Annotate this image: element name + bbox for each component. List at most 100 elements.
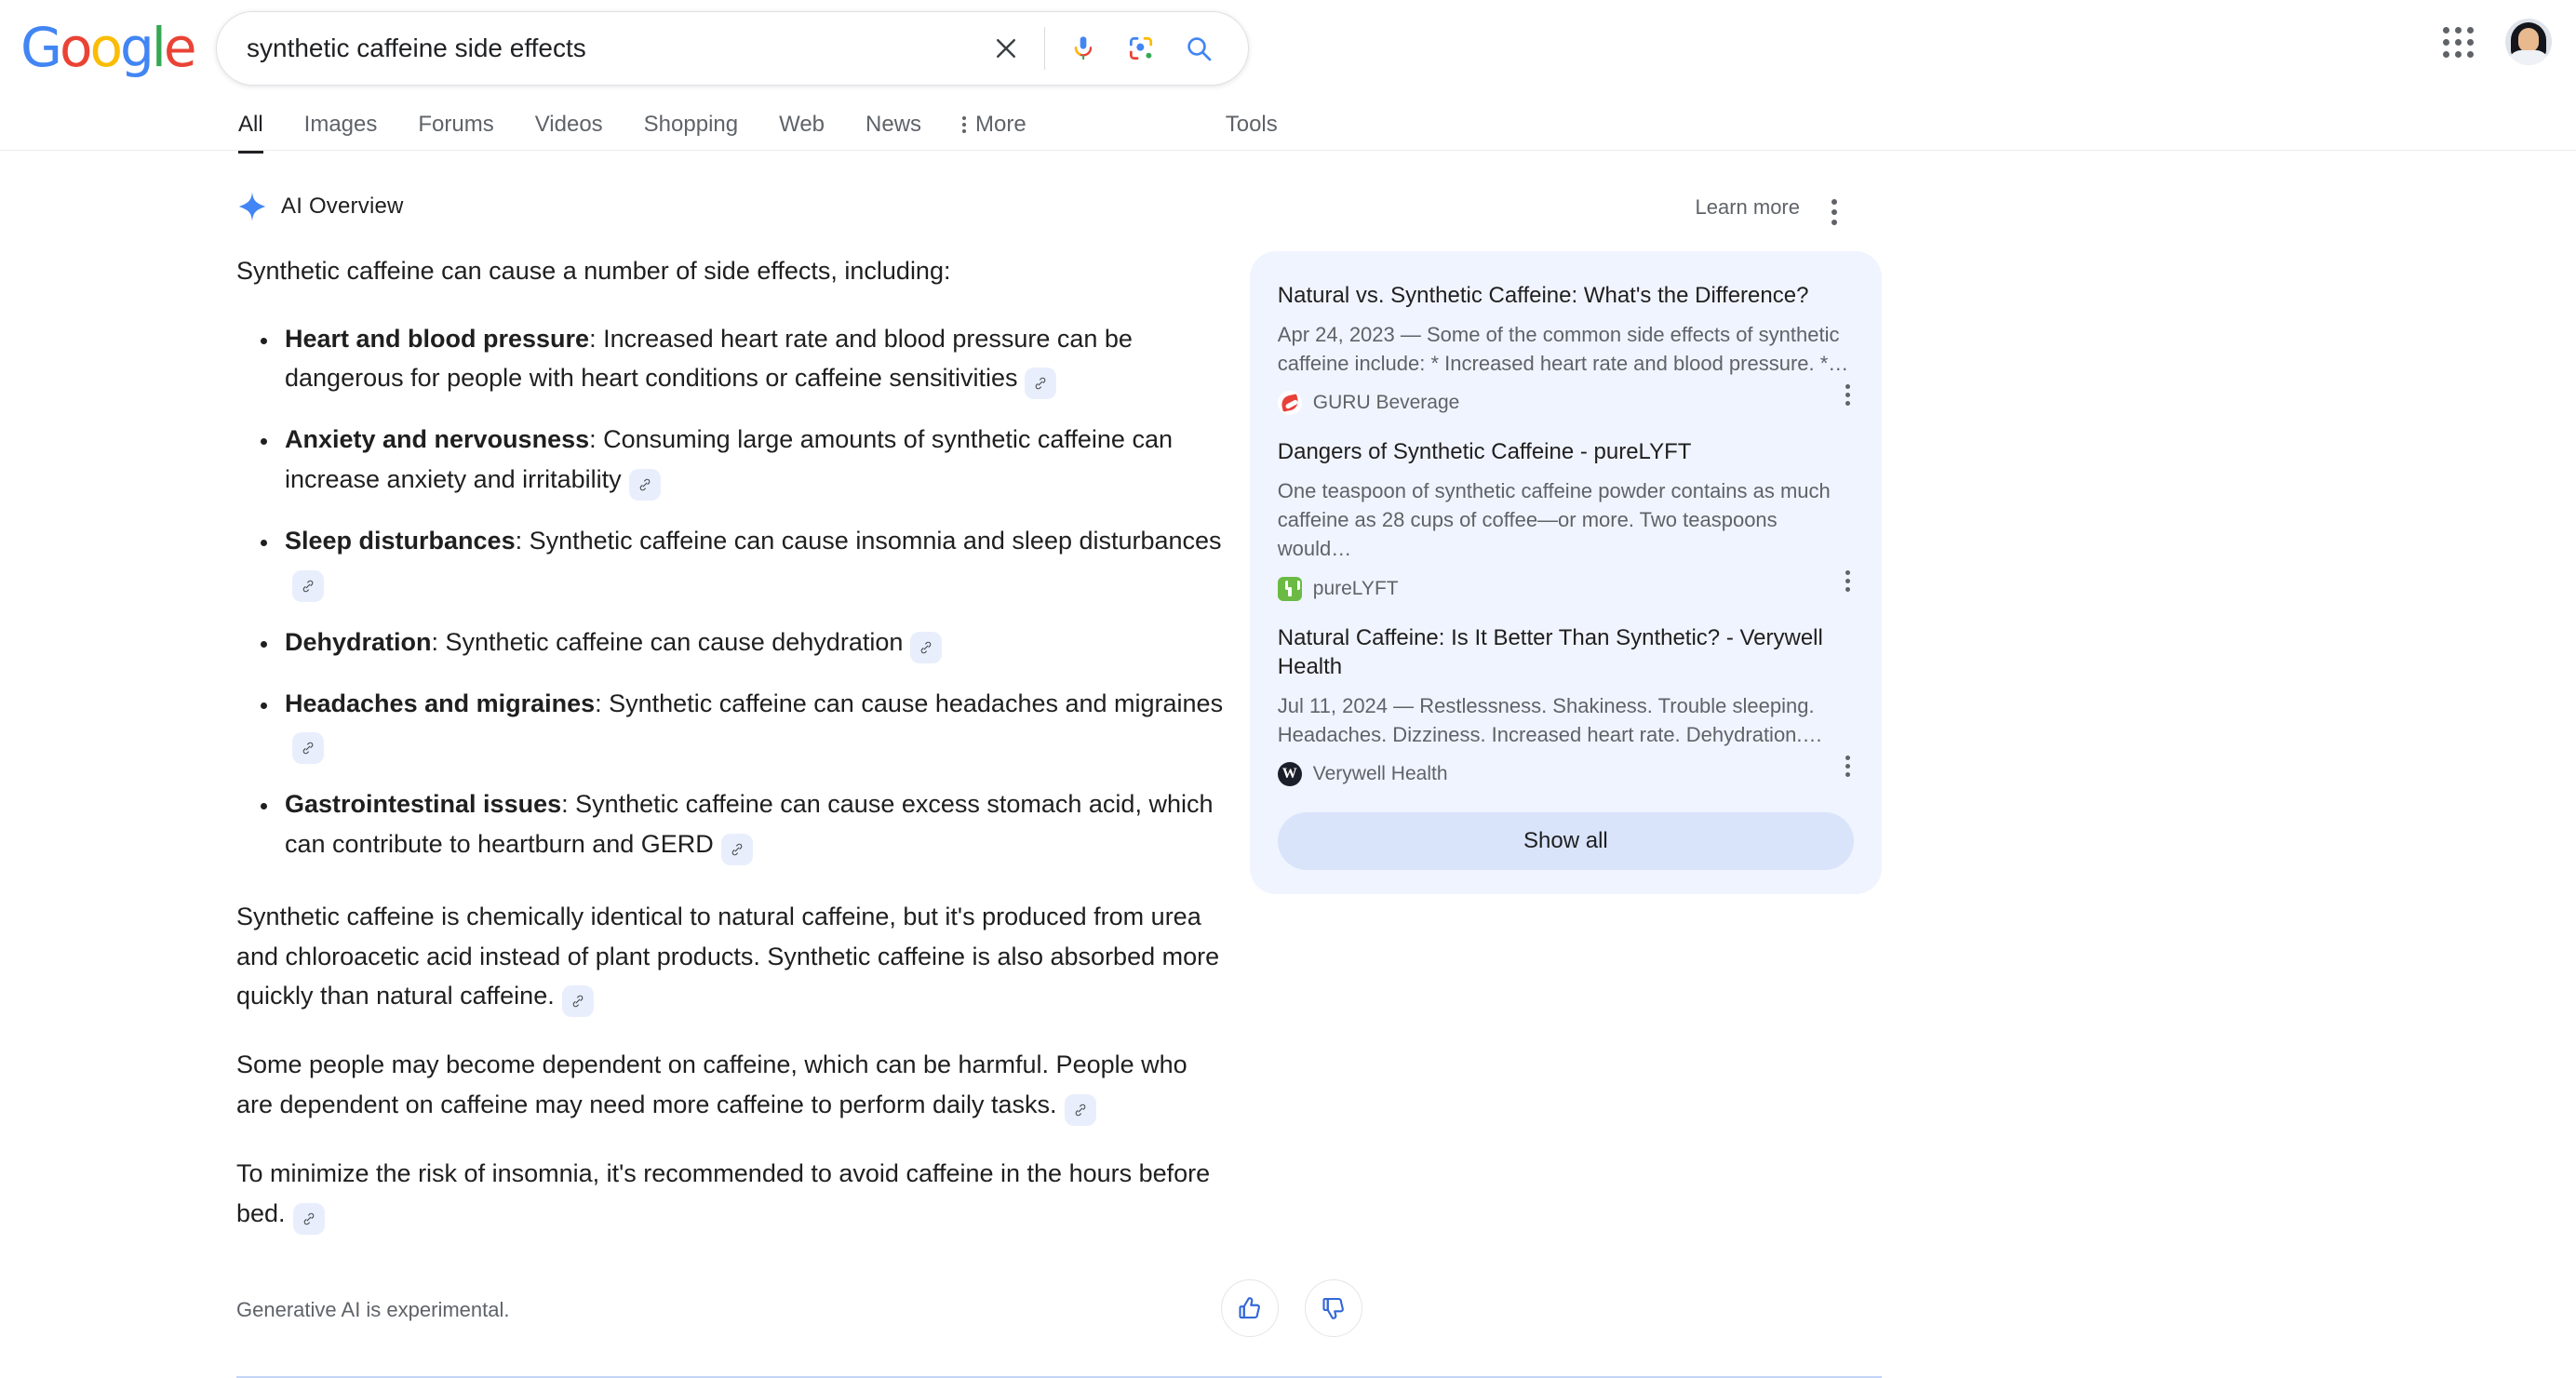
- source-kebab-icon[interactable]: [1836, 565, 1859, 597]
- ai-paragraph-1: Synthetic caffeine is chemically identic…: [236, 897, 1229, 1018]
- tab-videos[interactable]: Videos: [515, 99, 624, 153]
- more-kebab-icon: [962, 116, 967, 133]
- source-kebab-icon[interactable]: [1836, 750, 1859, 783]
- tab-web[interactable]: Web: [758, 99, 845, 153]
- tab-shopping-label: Shopping: [643, 112, 739, 137]
- list-item: Anxiety and nervousness: Consuming large…: [279, 420, 1229, 501]
- page-header: Google: [0, 0, 2576, 99]
- google-lens-icon[interactable]: [1112, 20, 1170, 77]
- sparkle-icon: [236, 191, 268, 222]
- paragraph-text: Synthetic caffeine is chemically identic…: [236, 902, 1220, 1010]
- thumb-down-icon[interactable]: [1305, 1278, 1362, 1337]
- citation-link-icon[interactable]: [1025, 368, 1057, 400]
- account-avatar[interactable]: [2505, 19, 2552, 65]
- source-footer: pureLYFT: [1277, 576, 1854, 601]
- nav-tab-list: All Images Forums Videos Shopping Web Ne…: [216, 99, 1298, 154]
- thumb-up-icon[interactable]: [1221, 1278, 1279, 1337]
- ai-overview-body: Synthetic caffeine can cause a number of…: [216, 251, 1882, 1263]
- search-icon[interactable]: [1170, 20, 1228, 77]
- purelyft-favicon-icon: [1277, 576, 1302, 601]
- tab-images[interactable]: Images: [284, 99, 398, 153]
- source-title: Natural vs. Synthetic Caffeine: What's t…: [1277, 283, 1809, 308]
- search-bar: [216, 11, 1249, 86]
- list-item: Sleep disturbances: Synthetic caffeine c…: [279, 521, 1229, 602]
- tab-web-label: Web: [779, 112, 825, 137]
- tab-shopping[interactable]: Shopping: [624, 99, 758, 153]
- citation-link-icon[interactable]: [628, 468, 661, 501]
- feedback-buttons: [1221, 1278, 1362, 1337]
- bullet-term: Anxiety and nervousness: [285, 425, 590, 454]
- citation-link-icon[interactable]: [292, 732, 324, 765]
- microphone-icon[interactable]: [1054, 20, 1112, 77]
- bullet-text: : Synthetic caffeine can cause dehydrati…: [431, 627, 904, 656]
- paragraph-text: To minimize the risk of insomnia, it's r…: [236, 1158, 1211, 1227]
- logo-letter-e: e: [163, 16, 197, 79]
- search-input[interactable]: [217, 33, 977, 63]
- source-site-name: GURU Beverage: [1312, 392, 1460, 414]
- ai-paragraph-3: To minimize the risk of insomnia, it's r…: [236, 1154, 1229, 1235]
- logo-letter-g1: G: [20, 16, 62, 79]
- citation-link-icon[interactable]: [1064, 1093, 1096, 1126]
- tab-news[interactable]: News: [845, 99, 942, 153]
- tab-videos-label: Videos: [534, 112, 603, 137]
- ai-overview-kebab-icon[interactable]: [1820, 192, 1848, 233]
- tab-images-label: Images: [303, 112, 378, 137]
- ai-overview-footer: Generative AI is experimental.: [216, 1272, 1882, 1356]
- source-snippet: One teaspoon of synthetic caffeine powde…: [1277, 478, 1831, 561]
- tab-more[interactable]: More: [942, 99, 1047, 153]
- citation-link-icon[interactable]: [561, 985, 594, 1018]
- ai-overview-title: AI Overview: [281, 194, 404, 219]
- side-effects-list: Heart and blood pressure: Increased hear…: [236, 319, 1229, 865]
- learn-more-link[interactable]: Learn more: [1695, 195, 1800, 220]
- logo-letter-o2: o: [89, 16, 122, 79]
- tab-forums[interactable]: Forums: [397, 99, 514, 153]
- bullet-term: Heart and blood pressure: [285, 324, 590, 353]
- ai-intro-paragraph: Synthetic caffeine can cause a number of…: [236, 257, 951, 285]
- bullet-term: Gastrointestinal issues: [285, 790, 562, 819]
- ai-overview-text: Synthetic caffeine can cause a number of…: [216, 251, 1229, 1263]
- citation-link-icon[interactable]: [292, 569, 324, 602]
- ai-overview-header: AI Overview Learn more: [216, 184, 1882, 229]
- list-item: Gastrointestinal issues: Synthetic caffe…: [279, 784, 1229, 865]
- source-kebab-icon[interactable]: [1836, 379, 1859, 411]
- bullet-term: Sleep disturbances: [285, 526, 516, 555]
- google-logo[interactable]: Google: [20, 20, 197, 74]
- source-card[interactable]: Dangers of Synthetic Caffeine - pureLYFT…: [1250, 432, 1882, 617]
- source-snippet: Apr 24, 2023 — Some of the common side e…: [1277, 322, 1849, 375]
- logo-letter-g2: g: [119, 16, 154, 79]
- tab-news-label: News: [865, 112, 922, 137]
- citation-link-icon[interactable]: [292, 1202, 325, 1235]
- search-bar-icons: [977, 20, 1248, 77]
- guru-beverage-favicon-icon: [1277, 391, 1302, 416]
- main-content: AI Overview Learn more Synthetic caffein…: [0, 151, 2576, 1378]
- list-item: Dehydration: Synthetic caffeine can caus…: [279, 622, 1229, 663]
- source-site-name: Verywell Health: [1312, 763, 1448, 785]
- logo-letter-o1: o: [59, 16, 92, 79]
- source-title: Natural Caffeine: Is It Better Than Synt…: [1277, 624, 1823, 680]
- show-all-button[interactable]: Show all: [1277, 812, 1854, 871]
- bullet-term: Headaches and migraines: [285, 689, 596, 717]
- bullet-text: : Synthetic caffeine can cause insomnia …: [515, 526, 1222, 555]
- list-item: Heart and blood pressure: Increased hear…: [279, 319, 1229, 400]
- tab-forums-label: Forums: [418, 112, 494, 137]
- tab-more-label: More: [975, 112, 1026, 137]
- close-icon[interactable]: [977, 20, 1035, 77]
- source-title: Dangers of Synthetic Caffeine - pureLYFT: [1277, 439, 1692, 465]
- bullet-text: : Synthetic caffeine can cause headaches…: [595, 689, 1224, 717]
- citation-link-icon[interactable]: [910, 631, 943, 663]
- ai-paragraph-2: Some people may become dependent on caff…: [236, 1045, 1229, 1126]
- source-footer: W Verywell Health: [1277, 762, 1854, 787]
- tab-all-label: All: [238, 112, 263, 137]
- tab-all[interactable]: All: [216, 99, 284, 154]
- sources-panel: Natural vs. Synthetic Caffeine: What's t…: [1249, 251, 1882, 895]
- source-card[interactable]: Natural Caffeine: Is It Better Than Synt…: [1250, 618, 1882, 804]
- source-site-name: pureLYFT: [1312, 577, 1399, 599]
- source-snippet: Jul 11, 2024 — Restlessness. Shakiness. …: [1277, 693, 1823, 747]
- apps-grid-icon[interactable]: [2435, 20, 2481, 65]
- source-card[interactable]: Natural vs. Synthetic Caffeine: What's t…: [1250, 275, 1882, 432]
- citation-link-icon[interactable]: [720, 833, 753, 865]
- generative-ai-disclaimer: Generative AI is experimental.: [236, 1297, 510, 1321]
- ai-overview-divider: [236, 1375, 1882, 1378]
- tools-button[interactable]: Tools: [1205, 99, 1298, 151]
- paragraph-text: Some people may become dependent on caff…: [236, 1050, 1187, 1118]
